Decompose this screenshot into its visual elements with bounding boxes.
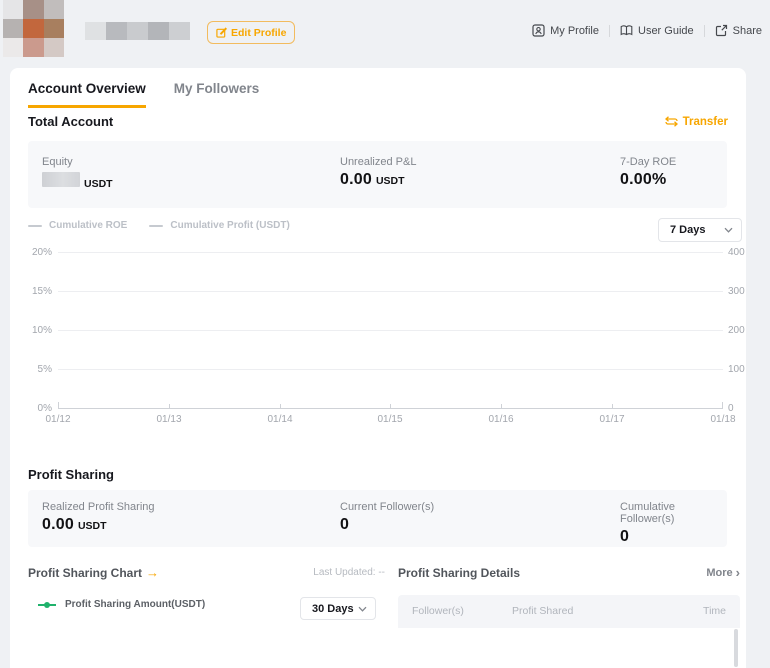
equity-stat: Equity USDT xyxy=(42,156,113,190)
profile-card-icon xyxy=(532,24,545,37)
user-guide-link[interactable]: User Guide xyxy=(620,24,694,37)
profit-sharing-details-header: Profit Sharing Details More xyxy=(398,565,740,580)
cumulative-followers-value: 0 xyxy=(620,528,629,546)
realized-profit-unit: USDT xyxy=(78,520,107,532)
unrealized-pnl-value: 0.00 xyxy=(340,171,372,189)
equity-label: Equity xyxy=(42,156,113,168)
realized-profit-label: Realized Profit Sharing xyxy=(42,501,155,513)
column-followers: Follower(s) xyxy=(412,605,464,617)
book-icon xyxy=(620,24,633,37)
x-tick: 01/17 xyxy=(590,414,634,425)
total-account-title: Total Account xyxy=(28,114,113,129)
current-followers-value: 0 xyxy=(340,516,349,534)
total-account-header: Total Account Transfer xyxy=(28,114,728,129)
profit-sharing-chart-title[interactable]: Profit Sharing Chart xyxy=(28,565,159,580)
x-tick: 01/16 xyxy=(479,414,523,425)
table-scrollbar[interactable] xyxy=(734,629,738,667)
share-link[interactable]: Share xyxy=(715,24,762,37)
x-tick: 01/13 xyxy=(147,414,191,425)
table-header-row: Follower(s) Profit Shared Time xyxy=(398,595,740,628)
divider xyxy=(609,25,610,37)
profit-sharing-details-title: Profit Sharing Details xyxy=(398,566,520,580)
line-swatch-icon xyxy=(28,225,42,227)
realized-profit-stat: Realized Profit Sharing 0.00 USDT xyxy=(42,501,155,534)
more-link[interactable]: More xyxy=(706,565,740,580)
header-links: My Profile User Guide Share xyxy=(532,24,762,37)
roe-label: 7-Day ROE xyxy=(620,156,676,168)
x-tick: 01/15 xyxy=(368,414,412,425)
chevron-down-icon xyxy=(358,606,367,612)
account-chart-legend: Cumulative ROE Cumulative Profit (USDT) xyxy=(28,220,290,231)
x-tick: 01/12 xyxy=(36,414,80,425)
cumulative-followers-label: Cumulative Follower(s) xyxy=(620,501,727,525)
divider xyxy=(704,25,705,37)
y-left-tick: 5% xyxy=(10,364,52,375)
y-right-tick: 200 xyxy=(728,325,758,336)
equity-unit: USDT xyxy=(84,178,113,190)
y-right-tick: 400 xyxy=(728,247,758,258)
edit-icon xyxy=(216,27,227,38)
legend-cumulative-profit[interactable]: Cumulative Profit (USDT) xyxy=(149,220,289,231)
last-updated-label: Last Updated: -- xyxy=(313,567,385,578)
current-followers-stat: Current Follower(s) 0 xyxy=(340,501,434,534)
tab-bar: Account Overview My Followers xyxy=(28,81,259,108)
transfer-icon xyxy=(665,116,678,127)
unrealized-pnl-stat: Unrealized P&L 0.00 USDT xyxy=(340,156,416,189)
y-left-tick: 10% xyxy=(10,325,52,336)
realized-profit-value: 0.00 xyxy=(42,516,74,534)
column-time: Time xyxy=(703,605,726,617)
roe-stat: 7-Day ROE 0.00% xyxy=(620,156,676,189)
y-left-tick: 0% xyxy=(10,403,52,414)
current-followers-label: Current Follower(s) xyxy=(340,501,434,513)
y-right-tick: 100 xyxy=(728,364,758,375)
transfer-button[interactable]: Transfer xyxy=(665,116,728,128)
line-swatch-icon xyxy=(149,225,163,227)
x-tick: 01/14 xyxy=(258,414,302,425)
profit-sharing-card: Realized Profit Sharing 0.00 USDT Curren… xyxy=(28,490,727,547)
arrow-right-icon xyxy=(146,565,159,580)
profit-sharing-title: Profit Sharing xyxy=(28,467,114,482)
legend-cumulative-roe[interactable]: Cumulative ROE xyxy=(28,220,127,231)
period-select-7days[interactable]: 7 Days xyxy=(658,218,742,242)
chevron-right-icon xyxy=(736,565,740,580)
main-panel: Account Overview My Followers Total Acco… xyxy=(10,68,746,668)
share-icon xyxy=(715,24,728,37)
cumulative-followers-stat: Cumulative Follower(s) 0 xyxy=(620,501,727,546)
unrealized-pnl-label: Unrealized P&L xyxy=(340,156,416,168)
unrealized-pnl-unit: USDT xyxy=(376,175,405,187)
y-right-tick: 300 xyxy=(728,286,758,297)
line-point-swatch-icon xyxy=(38,601,56,609)
y-left-tick: 20% xyxy=(10,247,52,258)
username-masked xyxy=(85,22,190,40)
avatar xyxy=(3,0,64,57)
x-tick: 01/18 xyxy=(701,414,745,425)
roe-value: 0.00% xyxy=(620,171,666,189)
profit-sharing-chart-header: Profit Sharing Chart Last Updated: -- xyxy=(28,565,385,580)
equity-value-masked xyxy=(42,172,80,187)
profit-sharing-details-table: Follower(s) Profit Shared Time xyxy=(398,595,740,668)
my-profile-link[interactable]: My Profile xyxy=(532,24,599,37)
total-account-card: Equity USDT Unrealized P&L 0.00 USDT 7-D… xyxy=(28,141,727,208)
profit-sharing-legend[interactable]: Profit Sharing Amount(USDT) xyxy=(38,599,205,610)
y-left-tick: 15% xyxy=(10,286,52,297)
column-profit-shared: Profit Shared xyxy=(512,605,573,617)
y-right-tick: 0 xyxy=(728,403,758,414)
chevron-down-icon xyxy=(724,227,733,233)
tab-account-overview[interactable]: Account Overview xyxy=(28,81,146,108)
account-overview-chart: 20% 15% 10% 5% 0% 400 300 200 100 0 01/1… xyxy=(10,248,746,423)
period-select-30days[interactable]: 30 Days xyxy=(300,597,376,620)
tab-my-followers[interactable]: My Followers xyxy=(174,81,260,108)
edit-profile-button[interactable]: Edit Profile xyxy=(207,21,295,44)
